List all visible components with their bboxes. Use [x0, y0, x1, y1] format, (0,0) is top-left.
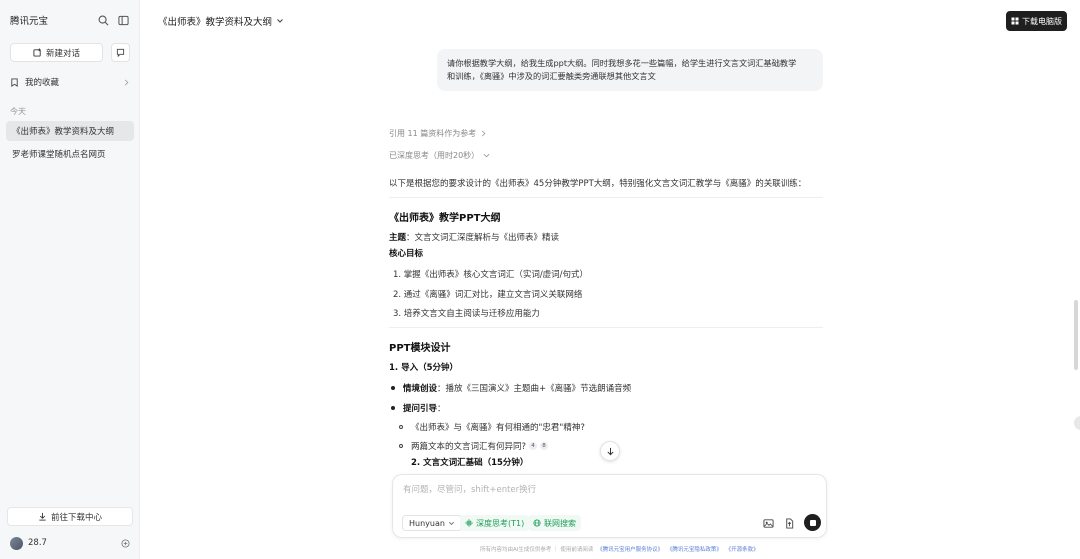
- sidebar-toggle-icon[interactable]: [116, 13, 130, 27]
- app-brand: 腾讯元宝: [10, 16, 49, 27]
- chevron-down-icon: [483, 153, 490, 158]
- list-item: 情境创设 ：播放《三国演义》主题曲+《离骚》节选朗诵音频: [391, 382, 631, 394]
- download-pc-button[interactable]: 下载电脑版: [1006, 11, 1067, 31]
- chat-bubble-icon: [116, 48, 125, 57]
- theme-line: 主题：文言文词汇深度解析与《出师表》精读: [389, 231, 559, 243]
- model-name: Hunyuan: [409, 518, 445, 528]
- download-icon: [39, 512, 46, 521]
- deep-think-toggle[interactable]: 深度思考(T1): [460, 515, 530, 531]
- chevron-right-icon: [124, 79, 129, 85]
- windows-icon: [1011, 17, 1019, 25]
- web-search-label: 联网搜索: [544, 518, 576, 528]
- answer-intro: 以下是根据您的要求设计的《出师表》45分钟教学PPT大纲，特别强化文言文词汇教学…: [389, 179, 807, 189]
- user-row[interactable]: 28.7: [10, 536, 130, 550]
- new-chat-button[interactable]: 新建对话: [10, 43, 103, 62]
- file-upload-icon[interactable]: [782, 516, 796, 530]
- deep-think-label: 深度思考(T1): [476, 518, 525, 528]
- chevron-down-icon: [277, 19, 283, 23]
- goal-item: 2. 通过《离骚》词汇对比，建立文言词义关联网络: [393, 290, 583, 300]
- divider: [389, 327, 823, 328]
- chevron-down-icon: [448, 521, 454, 525]
- bullet-text: ：播放《三国演义》主题曲+《离骚》节选朗诵音频: [437, 384, 632, 394]
- stop-generation-button[interactable]: [804, 514, 821, 531]
- user-message-bubble: 请你根据教学大纲，给我生成ppt大纲。同时我想多花一些篇幅，给学生进行文言文词汇…: [437, 49, 823, 91]
- module-2-title: 2. 文言文词汇基础（15分钟）: [411, 458, 529, 468]
- sub-list-item: 两篇文本的文言词汇有何异同? 4 8: [399, 440, 549, 452]
- citation-badge[interactable]: 4: [529, 442, 538, 450]
- goal-item: 1. 掌握《出师表》核心文言词汇（实词/虚词/句式）: [393, 270, 589, 280]
- atom-icon: [465, 519, 473, 527]
- bullet-text: ：: [437, 404, 446, 414]
- privacy-link[interactable]: 《腾讯元宝隐私政策》: [667, 547, 722, 553]
- history-item[interactable]: 罗老师课堂随机点名网页: [6, 144, 134, 164]
- sub-item-text: 《出师表》与《离骚》有何相通的"忠君"精神?: [411, 423, 585, 433]
- outline-heading: 《出师表》教学PPT大纲: [389, 213, 501, 224]
- sub-item-text: 两篇文本的文言词汇有何异同?: [411, 442, 527, 452]
- globe-icon: [533, 519, 541, 527]
- footer-text: 所有内容均由AI生成仅供参考 ｜ 使用前请阅读: [480, 547, 594, 553]
- goal-item: 3. 培养文言文自主阅读与迁移应用能力: [393, 309, 540, 319]
- edge-handle[interactable]: [1074, 416, 1080, 430]
- favorites-item[interactable]: 我的收藏: [10, 75, 130, 89]
- theme-text: ：文言文词汇深度解析与《出师表》精读: [406, 233, 560, 243]
- download-pc-label: 下载电脑版: [1022, 16, 1062, 26]
- thinking-toggle[interactable]: 已深度思考（用时20秒）: [389, 150, 490, 161]
- theme-label: 主题: [389, 233, 407, 243]
- conversation-title-text: 《出师表》教学资料及大纲: [158, 17, 273, 28]
- avatar[interactable]: [10, 536, 23, 550]
- scrollbar[interactable]: [1074, 300, 1078, 370]
- chat-bubble-button[interactable]: [111, 43, 130, 62]
- chat-input-placeholder[interactable]: 有问题，尽管问，shift+enter换行: [403, 483, 536, 495]
- model-selector[interactable]: Hunyuan: [402, 515, 462, 531]
- opensource-link[interactable]: 《开源条款》: [726, 547, 759, 553]
- history-section-label: 今天: [10, 107, 26, 116]
- terms-link[interactable]: 《腾讯元宝用户服务协议》: [597, 547, 663, 553]
- scroll-to-bottom-button[interactable]: [600, 441, 620, 461]
- add-circle-icon[interactable]: [121, 538, 130, 548]
- arrow-down-icon: [606, 447, 614, 455]
- thinking-label: 已深度思考（用时20秒）: [389, 151, 480, 160]
- sidebar: 腾讯元宝 新建对话 我的收藏 今天 《出师表》教学资料及大纲 罗老师课堂随机点名…: [0, 0, 140, 559]
- download-center-button[interactable]: 前往下载中心: [7, 507, 133, 526]
- image-upload-icon[interactable]: [761, 516, 775, 530]
- download-center-label: 前往下载中心: [50, 512, 102, 523]
- core-goals-heading: 核心目标: [389, 249, 424, 259]
- module-1-title: 1. 导入（5分钟）: [389, 363, 459, 373]
- brand-row: 腾讯元宝: [10, 12, 130, 28]
- search-icon[interactable]: [96, 13, 110, 27]
- new-chat-label: 新建对话: [45, 48, 80, 59]
- references-label: 引用 11 篇资料作为参考: [389, 129, 477, 138]
- bullet-label: 提问引导: [403, 404, 438, 414]
- user-message-line: 请你根据教学大纲，给我生成ppt大纲。同时我想多花一些篇幅，给学生进行文言文词汇…: [447, 58, 797, 68]
- bookmark-icon: [11, 77, 18, 87]
- new-chat-icon: [33, 48, 41, 57]
- user-message-line: 和训练，《离骚》中涉及的词汇要触类旁通联想其他文言文: [447, 71, 656, 81]
- divider: [389, 197, 823, 198]
- footer-notice: 所有内容均由AI生成仅供参考 ｜ 使用前请阅读 《腾讯元宝用户服务协议》 《腾讯…: [480, 545, 759, 553]
- user-name: 28.7: [28, 538, 47, 548]
- stop-icon: [809, 519, 816, 526]
- sub-list-item: 《出师表》与《离骚》有何相通的"忠君"精神?: [399, 421, 585, 433]
- bullet-label: 情境创设: [403, 384, 438, 394]
- list-item: 提问引导：: [391, 402, 446, 414]
- conversation-title[interactable]: 《出师表》教学资料及大纲: [158, 14, 284, 28]
- web-search-toggle[interactable]: 联网搜索: [528, 515, 581, 531]
- citation-badge[interactable]: 8: [540, 442, 549, 450]
- modules-heading: PPT模块设计: [389, 343, 451, 354]
- chat-input-box[interactable]: 有问题，尽管问，shift+enter换行 Hunyuan 深度思考(T1) 联…: [392, 474, 827, 538]
- chevron-right-icon: [482, 130, 486, 137]
- references-toggle[interactable]: 引用 11 篇资料作为参考: [389, 128, 487, 139]
- favorites-label: 我的收藏: [25, 78, 60, 88]
- history-item-active[interactable]: 《出师表》教学资料及大纲: [6, 121, 134, 141]
